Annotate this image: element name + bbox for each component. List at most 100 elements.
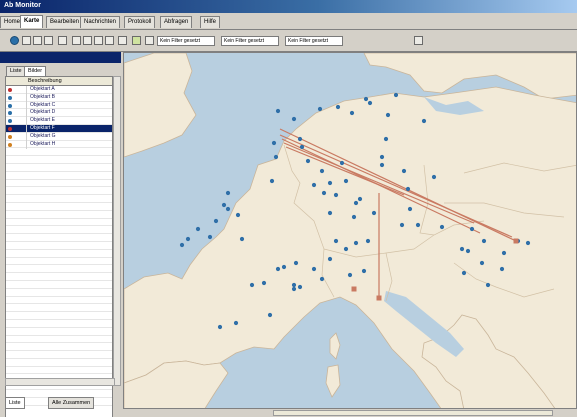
location-marker[interactable] xyxy=(349,110,355,116)
layers-icon[interactable] xyxy=(118,36,127,45)
location-marker[interactable] xyxy=(335,104,341,110)
location-marker[interactable] xyxy=(305,158,311,164)
menu-tab-nachrichten[interactable]: Nachrichten xyxy=(80,16,121,28)
location-marker[interactable] xyxy=(271,140,277,146)
location-marker[interactable] xyxy=(407,206,413,212)
pan-icon[interactable] xyxy=(58,36,67,45)
location-marker[interactable] xyxy=(267,312,273,318)
location-marker[interactable] xyxy=(319,168,325,174)
location-marker[interactable] xyxy=(233,320,239,326)
dropdown-icon[interactable] xyxy=(414,36,423,45)
filter-icon[interactable] xyxy=(145,36,154,45)
filter-field-3[interactable]: Kein Filter gesetzt xyxy=(285,36,343,46)
location-marker[interactable] xyxy=(275,108,281,114)
location-marker[interactable] xyxy=(225,206,231,212)
location-marker[interactable] xyxy=(405,186,411,192)
location-marker[interactable] xyxy=(393,92,399,98)
location-marker[interactable] xyxy=(379,162,385,168)
location-marker[interactable] xyxy=(281,264,287,270)
location-marker[interactable] xyxy=(353,200,359,206)
location-marker[interactable] xyxy=(479,260,485,266)
refresh-icon[interactable] xyxy=(105,36,114,45)
location-marker[interactable] xyxy=(217,324,223,330)
route-end-marker[interactable] xyxy=(376,295,382,301)
location-marker[interactable] xyxy=(379,154,385,160)
location-marker[interactable] xyxy=(415,222,421,228)
location-marker[interactable] xyxy=(501,250,507,256)
location-marker[interactable] xyxy=(291,282,297,288)
location-marker[interactable] xyxy=(317,106,323,112)
location-marker[interactable] xyxy=(291,116,297,122)
location-marker[interactable] xyxy=(365,238,371,244)
location-marker[interactable] xyxy=(275,266,281,272)
zoom-out-icon[interactable] xyxy=(44,36,53,45)
location-marker[interactable] xyxy=(461,270,467,276)
list-horizontal-scrollbar[interactable] xyxy=(5,378,115,386)
location-marker[interactable] xyxy=(383,136,389,142)
list-item[interactable]: Objektart E xyxy=(6,117,112,126)
location-marker[interactable] xyxy=(239,236,245,242)
location-marker[interactable] xyxy=(291,286,297,292)
location-marker[interactable] xyxy=(207,234,213,240)
location-marker[interactable] xyxy=(353,240,359,246)
list-vertical-scrollbar[interactable] xyxy=(113,76,121,386)
location-marker[interactable] xyxy=(439,224,445,230)
location-marker[interactable] xyxy=(357,196,363,202)
list-item[interactable]: Objektart H xyxy=(6,140,112,149)
bottom-tab-alle[interactable]: Alle Zusammen xyxy=(48,397,95,409)
location-marker[interactable] xyxy=(351,214,357,220)
scrollbar-thumb[interactable] xyxy=(273,410,553,416)
bottom-tab-liste[interactable]: Liste xyxy=(5,397,25,409)
map-canvas[interactable] xyxy=(124,53,577,409)
location-marker[interactable] xyxy=(321,190,327,196)
location-marker[interactable] xyxy=(293,260,299,266)
location-marker[interactable] xyxy=(485,282,491,288)
location-marker[interactable] xyxy=(469,226,475,232)
map-horizontal-scrollbar[interactable] xyxy=(123,408,577,417)
location-marker[interactable] xyxy=(235,212,241,218)
location-marker[interactable] xyxy=(327,180,333,186)
map-icon[interactable] xyxy=(132,36,141,45)
location-marker[interactable] xyxy=(399,222,405,228)
location-marker[interactable] xyxy=(347,272,353,278)
location-marker[interactable] xyxy=(343,178,349,184)
list-item[interactable]: Objektart G xyxy=(6,132,112,141)
location-marker[interactable] xyxy=(333,192,339,198)
filter-field-2[interactable]: Kein Filter gesetzt xyxy=(221,36,279,46)
tab-liste[interactable]: Liste xyxy=(6,66,26,76)
print-icon[interactable] xyxy=(72,36,81,45)
location-marker[interactable] xyxy=(221,202,227,208)
list-item[interactable]: Objektart C xyxy=(6,101,112,110)
location-marker[interactable] xyxy=(401,168,407,174)
location-marker[interactable] xyxy=(465,248,471,254)
location-marker[interactable] xyxy=(327,210,333,216)
location-marker[interactable] xyxy=(225,190,231,196)
filter-field-1[interactable]: Kein Filter gesetzt xyxy=(157,36,215,46)
location-marker[interactable] xyxy=(299,144,305,150)
globe-icon[interactable] xyxy=(10,36,19,45)
location-marker[interactable] xyxy=(249,282,255,288)
zoom-in-icon[interactable] xyxy=(33,36,42,45)
column-header-description[interactable]: Beschreibung xyxy=(28,78,62,84)
list-item[interactable]: Objektart A xyxy=(6,86,112,94)
list-item[interactable]: Objektart D xyxy=(6,109,112,118)
location-marker[interactable] xyxy=(481,238,487,244)
select-icon[interactable] xyxy=(22,36,31,45)
location-marker[interactable] xyxy=(361,268,367,274)
route-end-marker[interactable] xyxy=(513,238,519,244)
location-marker[interactable] xyxy=(363,96,369,102)
location-marker[interactable] xyxy=(269,178,275,184)
location-marker[interactable] xyxy=(195,226,201,232)
list-item[interactable]: Objektart F xyxy=(6,124,112,133)
location-marker[interactable] xyxy=(297,136,303,142)
location-marker[interactable] xyxy=(213,218,219,224)
location-marker[interactable] xyxy=(339,160,345,166)
list-item[interactable]: Objektart B xyxy=(6,93,112,102)
location-marker[interactable] xyxy=(367,100,373,106)
location-marker[interactable] xyxy=(431,174,437,180)
location-marker[interactable] xyxy=(179,242,185,248)
route-end-marker[interactable] xyxy=(351,286,357,292)
map-view[interactable] xyxy=(123,52,577,409)
location-marker[interactable] xyxy=(459,246,465,252)
location-marker[interactable] xyxy=(319,276,325,282)
